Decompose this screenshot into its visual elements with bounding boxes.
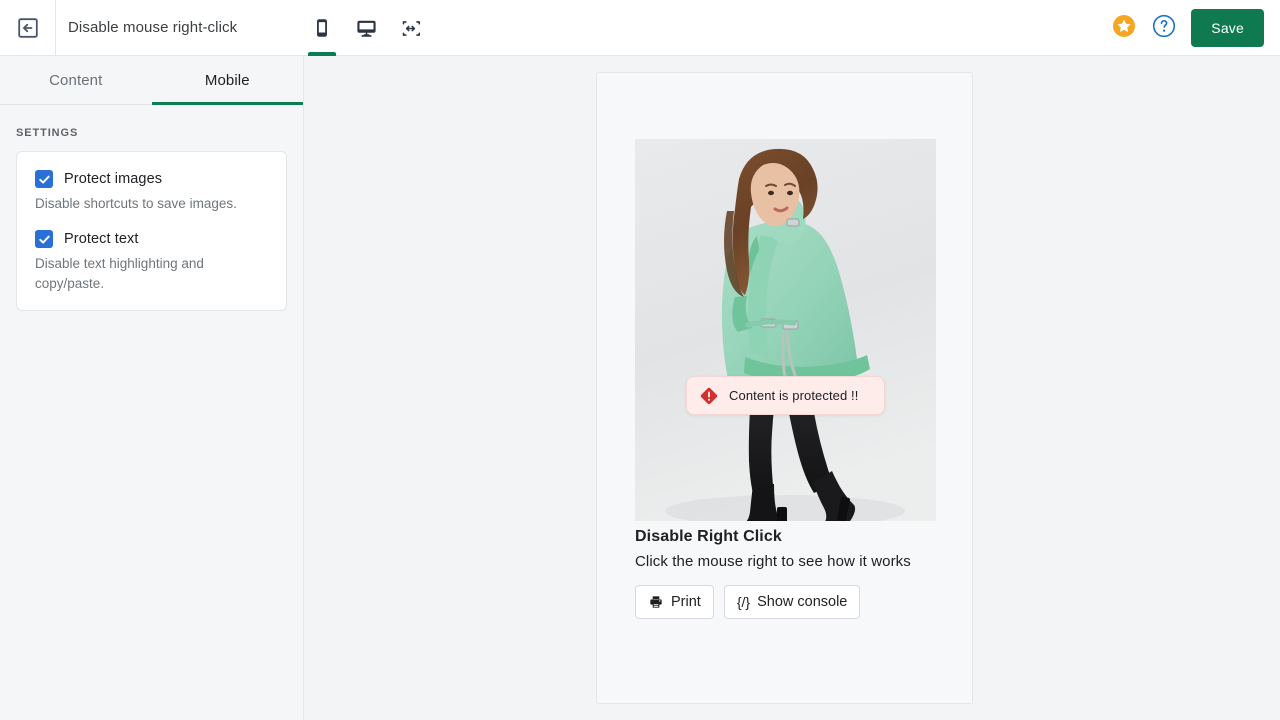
favorite-button[interactable] [1111,14,1137,43]
code-braces-icon: {/} [736,594,751,610]
device-button-responsive[interactable] [394,0,426,56]
show-console-button[interactable]: {/} Show console [723,585,861,619]
tab-mobile[interactable]: Mobile [151,56,304,105]
preview-product-title: Disable Right Click [635,528,782,545]
setting-label-protect-text: Protect text [64,231,139,247]
setting-label-protect-images: Protect images [64,171,163,187]
mobile-phone-icon [312,18,332,38]
print-button[interactable]: Print [635,585,714,619]
product-image [635,139,936,521]
setting-desc-protect-images: Disable shortcuts to save images. [35,196,237,211]
settings-section-label: SETTINGS [16,127,79,139]
checkbox-protect-images[interactable] [35,170,53,188]
device-preview-switcher [306,0,426,56]
back-button[interactable] [0,0,56,56]
printer-icon [648,594,664,610]
page-title: Disable mouse right-click [68,19,238,36]
help-button[interactable] [1151,14,1177,43]
setting-protect-images[interactable]: Protect images [35,170,268,188]
preview-action-buttons: Print {/} Show console [635,585,861,619]
print-button-label: Print [671,594,701,610]
checkbox-protect-text[interactable] [35,230,53,248]
tab-content[interactable]: Content [0,56,152,104]
responsive-resize-icon [400,18,421,39]
star-icon [1112,14,1136,43]
top-bar: Disable mouse right-click Save [0,0,1280,56]
preview-area: Content is protected !! Disable Right Cl… [304,56,1280,720]
device-button-desktop[interactable] [350,0,382,56]
help-question-icon [1152,14,1176,43]
setting-protect-text[interactable]: Protect text [35,230,268,248]
exit-left-arrow-icon [16,16,40,40]
settings-card: Protect images Disable shortcuts to save… [16,151,287,311]
mobile-preview-card: Content is protected !! Disable Right Cl… [596,72,973,704]
desktop-monitor-icon [356,18,377,39]
protected-toast: Content is protected !! [686,376,885,415]
device-button-mobile[interactable] [306,0,338,56]
preview-product-description: Click the mouse right to see how it work… [635,553,911,570]
top-bar-actions: Save [1111,0,1264,56]
settings-tabs: Content Mobile [0,56,303,105]
setting-desc-protect-text: Disable text highlighting and copy/paste… [35,256,204,291]
left-settings-panel: Content Mobile SETTINGS Protect images D… [0,56,304,720]
save-button[interactable]: Save [1191,9,1264,47]
toast-message: Content is protected !! [729,388,859,403]
show-console-button-label: Show console [757,594,848,610]
alert-diamond-icon [699,386,719,406]
